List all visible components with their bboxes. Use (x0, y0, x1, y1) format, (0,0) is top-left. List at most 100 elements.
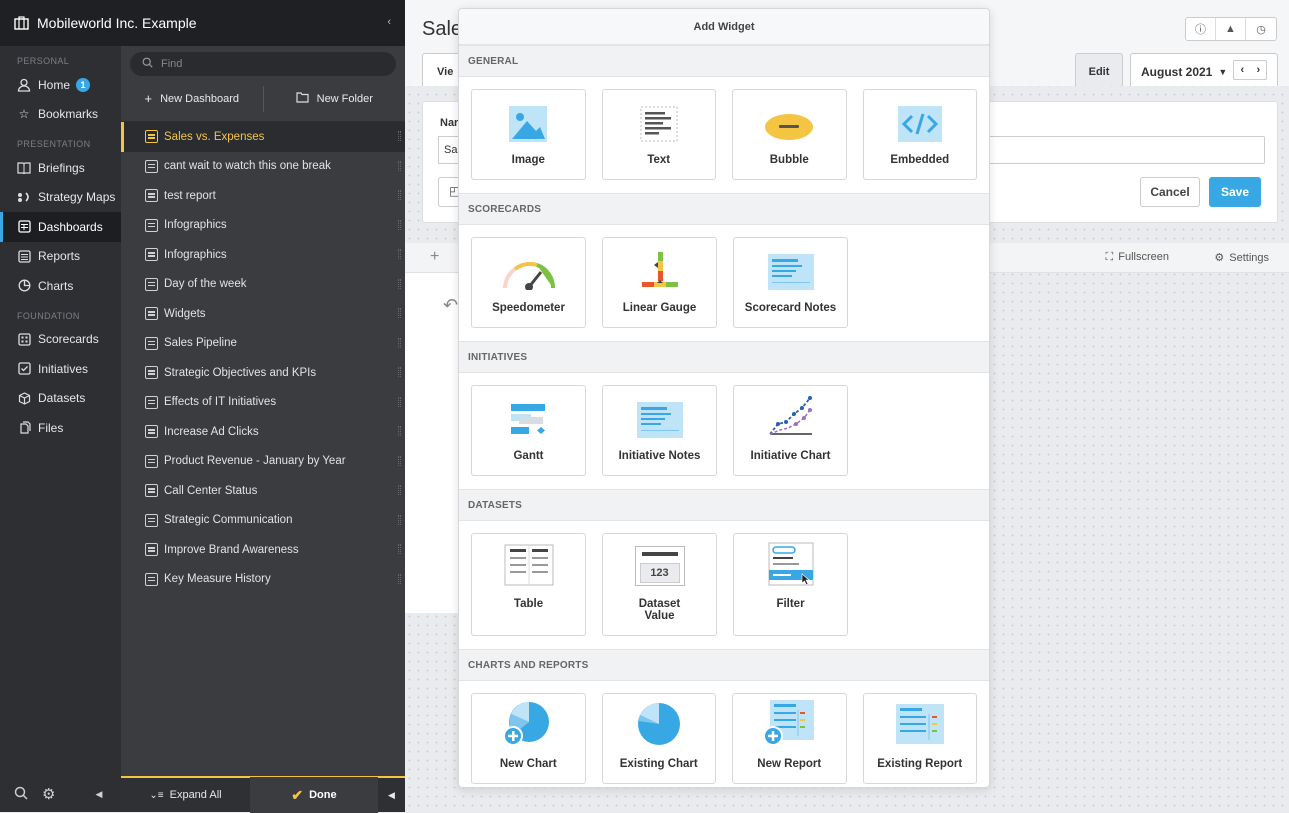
nav-footer: ⚙ ◀ (0, 776, 121, 812)
widget-new-report[interactable]: New Report (732, 693, 847, 784)
list-item[interactable]: Infographics (121, 211, 405, 241)
drag-handle[interactable] (398, 160, 401, 171)
nav-item-scorecards[interactable]: Scorecards (0, 325, 121, 355)
collapse-panel-icon[interactable]: ◀ (378, 777, 405, 813)
strategy-map-icon (17, 190, 31, 204)
info-icon[interactable]: ⓘ (1186, 18, 1216, 40)
nav-item-bookmarks[interactable]: ☆ Bookmarks (0, 100, 121, 130)
nav-item-initiatives[interactable]: Initiatives (0, 354, 121, 384)
widget-speedometer[interactable]: Speedometer (471, 237, 586, 328)
collapse-icon[interactable]: ‹ (387, 16, 391, 28)
name-input[interactable] (983, 136, 1265, 164)
expand-all-button[interactable]: ⌄≡ Expand All (121, 777, 250, 813)
list-item[interactable]: Sales Pipeline (121, 329, 405, 359)
building-icon (14, 16, 29, 30)
list-item[interactable]: Strategic Communication (121, 506, 405, 536)
drag-handle[interactable] (398, 455, 401, 466)
widget-embedded[interactable]: Embedded (862, 89, 977, 180)
drag-handle[interactable] (398, 544, 401, 554)
widget-scorecard-notes[interactable]: Scorecard Notes (733, 237, 848, 328)
widget-bubble[interactable]: Bubble (732, 89, 847, 180)
drag-handle[interactable] (398, 337, 401, 348)
widget-filter[interactable]: Filter (733, 533, 848, 636)
dashboard-icon (145, 189, 158, 203)
drag-handle[interactable] (398, 131, 401, 141)
drag-handle[interactable] (398, 514, 401, 525)
month-selector[interactable]: August 2021 ▼ ‹ › (1130, 53, 1278, 86)
settings-button[interactable]: ⚙ Settings (1214, 251, 1269, 264)
search-icon (142, 57, 153, 71)
value-card: 123 (634, 546, 685, 586)
list-item[interactable]: Increase Ad Clicks (121, 417, 405, 447)
list-item[interactable]: Call Center Status (121, 476, 405, 506)
list-item[interactable]: Effects of IT Initiatives (121, 388, 405, 418)
drag-handle[interactable] (398, 219, 401, 230)
list-item[interactable]: Product Revenue - January by Year (121, 447, 405, 477)
widget-dataset-value[interactable]: 123 Dataset Value (602, 533, 717, 636)
nav-item-reports[interactable]: Reports (0, 242, 121, 272)
nav-item-charts[interactable]: Charts (0, 271, 121, 301)
nav-item-files[interactable]: Files (0, 413, 121, 443)
done-button[interactable]: ✔ Done (250, 777, 378, 813)
widget-initiative-chart[interactable]: Initiative Chart (733, 385, 848, 476)
collapse-left-icon[interactable]: ◀ (95, 789, 102, 800)
drag-handle[interactable] (398, 426, 401, 436)
drag-handle[interactable] (398, 573, 401, 584)
tile-label: Table (513, 598, 544, 610)
drag-handle[interactable] (398, 278, 401, 289)
nav-item-datasets[interactable]: Datasets (0, 384, 121, 414)
widget-existing-report[interactable]: Existing Report (862, 693, 977, 784)
save-button[interactable]: Save (1209, 177, 1261, 207)
list-item[interactable]: Key Measure History (121, 565, 405, 595)
dashboard-icon (145, 248, 158, 262)
dashboard-icon (145, 159, 158, 173)
widget-text[interactable]: Text (601, 89, 716, 180)
list-item[interactable]: Infographics (121, 240, 405, 270)
search-icon[interactable] (14, 786, 28, 803)
clock-icon[interactable]: ◷ (1246, 18, 1276, 40)
nav-dashboards-label: Dashboards (38, 219, 103, 234)
widget-linear-gauge[interactable]: Linear Gauge (602, 237, 717, 328)
widget-gantt[interactable]: Gantt (471, 385, 586, 476)
widget-new-chart[interactable]: New Chart (471, 693, 586, 784)
list-item[interactable]: test report (121, 181, 405, 211)
section-general: GENERAL (459, 45, 989, 77)
fullscreen-button[interactable]: ⛶ Fullscreen (1106, 251, 1169, 264)
tab-edit[interactable]: Edit (1075, 53, 1123, 86)
previous-period-icon[interactable]: ‹ (1234, 61, 1250, 79)
search-input[interactable]: Find (130, 52, 396, 76)
next-period-icon[interactable]: › (1250, 61, 1266, 79)
left-nav: PERSONAL Home 1 ☆ Bookmarks PRESENTATION… (0, 0, 121, 812)
check-icon: ✔ (291, 786, 304, 803)
widget-existing-chart[interactable]: Existing Chart (601, 693, 716, 784)
drag-handle[interactable] (398, 396, 401, 407)
org-name[interactable]: Mobileworld Inc. Example (37, 15, 197, 31)
drag-handle[interactable] (398, 485, 401, 495)
drag-handle[interactable] (398, 190, 401, 200)
list-item[interactable]: Sales vs. Expenses (121, 122, 405, 152)
list-item[interactable]: Strategic Objectives and KPIs (121, 358, 405, 388)
gear-icon[interactable]: ⚙ (42, 785, 55, 803)
drag-handle[interactable] (398, 367, 401, 377)
warning-icon[interactable]: ▲ (1216, 18, 1246, 40)
add-widget-icon[interactable]: + (430, 248, 439, 266)
new-folder-button[interactable]: New Folder (264, 85, 406, 113)
nav-item-dashboards[interactable]: Dashboards (0, 212, 121, 242)
nav-item-home[interactable]: Home 1 (0, 70, 121, 100)
linear-gauge-icon (639, 238, 681, 290)
dashboard-icon (145, 425, 158, 439)
list-item[interactable]: Improve Brand Awareness (121, 535, 405, 565)
list-item[interactable]: cant wait to watch this one break (121, 152, 405, 182)
drag-handle[interactable] (398, 308, 401, 318)
list-item[interactable]: Day of the week (121, 270, 405, 300)
nav-charts-label: Charts (38, 278, 74, 293)
list-item[interactable]: Widgets (121, 299, 405, 329)
cancel-button[interactable]: Cancel (1140, 177, 1200, 207)
widget-initiative-notes[interactable]: Initiative Notes (602, 385, 717, 476)
nav-item-briefings[interactable]: Briefings (0, 153, 121, 183)
drag-handle[interactable] (398, 249, 401, 259)
widget-image[interactable]: Image (471, 89, 586, 180)
nav-item-strategy-maps[interactable]: Strategy Maps (0, 183, 121, 213)
new-dashboard-button[interactable]: + New Dashboard (121, 85, 263, 113)
widget-table[interactable]: Table (471, 533, 586, 636)
